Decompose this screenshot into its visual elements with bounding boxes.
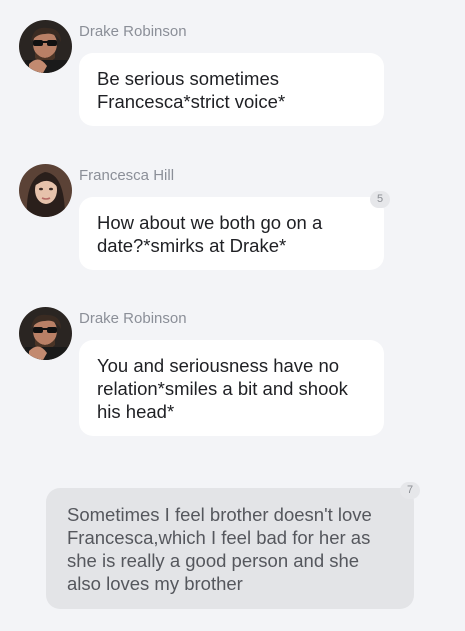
- narration-bubble[interactable]: Sometimes I feel brother doesn't love Fr…: [46, 488, 414, 609]
- message-bubble[interactable]: How about we both go on a date?*smirks a…: [79, 197, 384, 270]
- drake-avatar-icon[interactable]: [19, 20, 72, 73]
- message-bubble[interactable]: You and seriousness have no relation*smi…: [79, 340, 384, 436]
- francesca-avatar-icon[interactable]: [19, 164, 72, 217]
- comment-count-badge[interactable]: 5: [370, 191, 390, 208]
- drake-avatar-icon[interactable]: [19, 307, 72, 360]
- comment-count-badge[interactable]: 7: [400, 482, 420, 499]
- sender-name: Francesca Hill: [79, 167, 175, 184]
- sender-name: Drake Robinson: [79, 23, 187, 40]
- sender-name: Drake Robinson: [79, 310, 187, 327]
- message-bubble[interactable]: Be serious sometimes Francesca*strict vo…: [79, 53, 384, 126]
